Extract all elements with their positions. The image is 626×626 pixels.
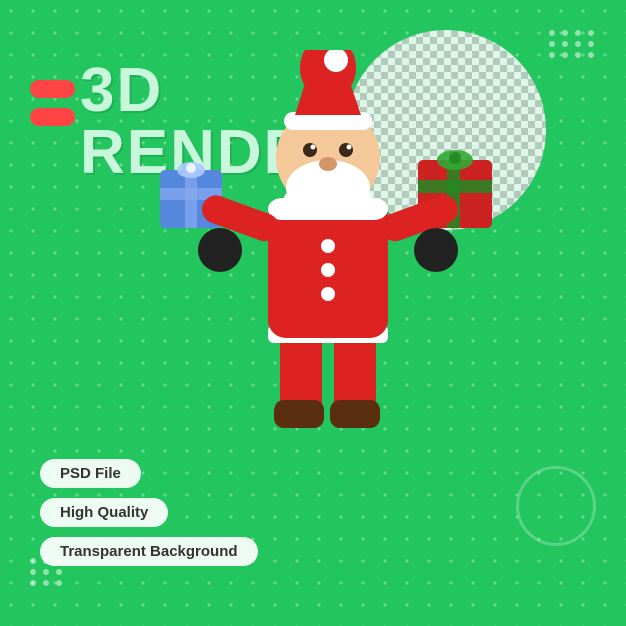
- dot: [56, 580, 62, 586]
- dot: [588, 52, 594, 58]
- dot: [562, 30, 568, 36]
- dot: [562, 52, 568, 58]
- dot: [43, 569, 49, 575]
- dot: [575, 41, 581, 47]
- dot: [30, 569, 36, 575]
- dot: [575, 30, 581, 36]
- dot: [30, 558, 36, 564]
- dot: [549, 41, 555, 47]
- transparent-bg-badge: Transparent Background: [40, 537, 258, 566]
- psd-file-badge: PSD File: [40, 459, 141, 488]
- dot: [549, 52, 555, 58]
- decorative-circle-bottom-right: [516, 466, 596, 546]
- dot: [562, 41, 568, 47]
- santa-svg: [140, 50, 520, 510]
- dots-top-right: [549, 30, 596, 58]
- dot: [588, 41, 594, 47]
- dot: [56, 569, 62, 575]
- dot: [43, 580, 49, 586]
- main-container: 3D RENDER: [0, 0, 626, 626]
- dot: [575, 52, 581, 58]
- red-bar-bottom: [30, 108, 75, 126]
- dot: [549, 30, 555, 36]
- santa-figure: [140, 50, 520, 510]
- red-accent-bars: [30, 80, 75, 126]
- red-bar-top: [30, 80, 75, 98]
- dot: [30, 580, 36, 586]
- dot: [588, 30, 594, 36]
